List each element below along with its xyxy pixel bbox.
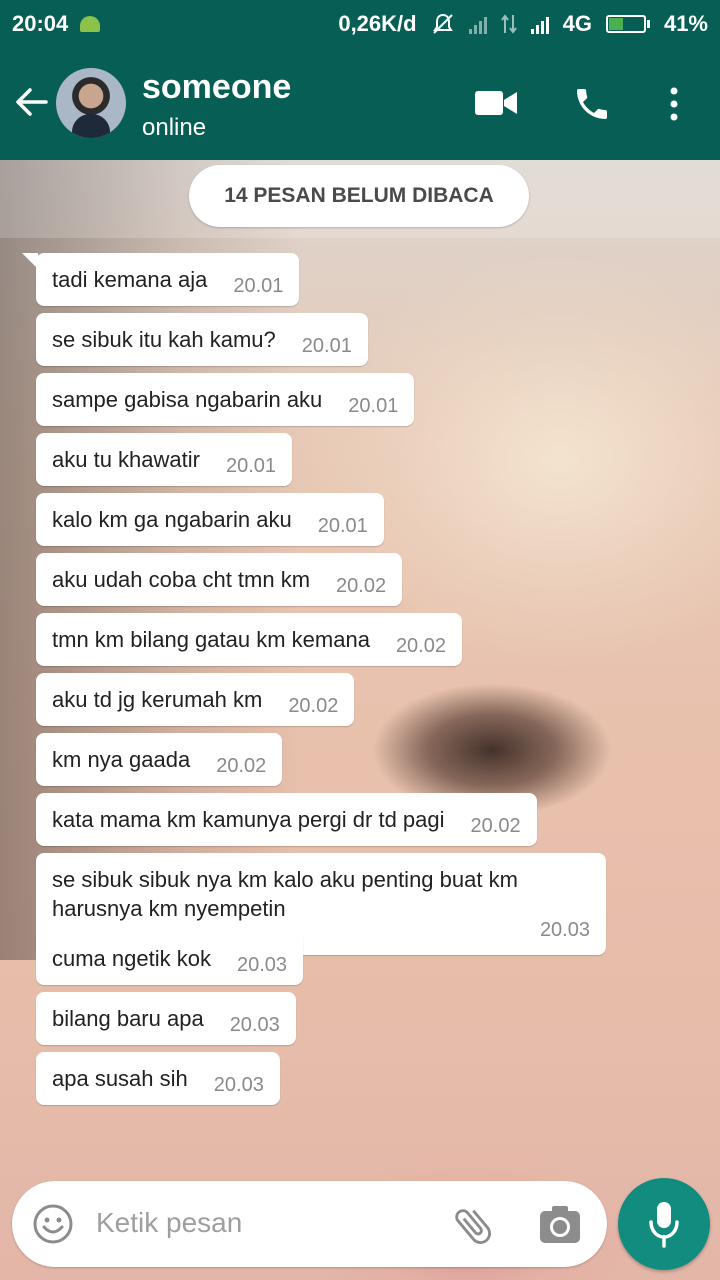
message-text: tadi kemana aja — [52, 267, 208, 292]
message-text: se sibuk itu kah kamu? — [52, 327, 276, 352]
mute-icon — [432, 13, 453, 34]
message-text: km nya gaada — [52, 747, 191, 772]
emoji-icon[interactable] — [32, 1203, 74, 1245]
message-text: sampe gabisa ngabarin aku — [52, 387, 323, 412]
contact-name[interactable]: someone — [142, 68, 291, 107]
network-type: 4G — [562, 11, 592, 36]
message-list[interactable]: tadi kemana aja 20.01 se sibuk itu kah ka… — [21, 253, 676, 1112]
message-time: 20.02 — [336, 575, 387, 597]
message-bubble[interactable]: aku udah coba cht tmn km 20.02 — [36, 553, 403, 606]
battery-percent: 41% — [663, 11, 708, 36]
message-text: tmn km bilang gatau km kemana — [52, 627, 370, 652]
message-text: kalo km ga ngabarin aku — [52, 507, 292, 532]
message-input[interactable]: Ketik pesan — [96, 1207, 242, 1239]
message-bubble[interactable]: aku tu khawatir 20.01 — [36, 433, 293, 486]
message-time: 20.02 — [470, 815, 521, 837]
message-bubble[interactable]: kalo km ga ngabarin aku 20.01 — [36, 493, 384, 546]
message-bubble[interactable]: km nya gaada 20.02 — [36, 733, 283, 786]
battery-icon — [605, 15, 650, 33]
unread-messages-banner: 14 PESAN BELUM DIBACA — [189, 165, 529, 227]
status-time: 20:04 — [12, 11, 69, 36]
message-text: bilang baru apa — [52, 1006, 204, 1031]
message-bubble[interactable]: aku td jg kerumah km 20.02 — [36, 673, 355, 726]
message-time: 20.01 — [301, 335, 352, 357]
attach-icon[interactable] — [450, 1203, 496, 1249]
message-time: 20.01 — [348, 395, 399, 417]
message-time: 20.02 — [288, 695, 339, 717]
video-call-icon[interactable] — [474, 88, 518, 118]
signal-sim1-icon — [468, 14, 487, 34]
message-time: 20.01 — [317, 515, 368, 537]
message-bubble[interactable]: cuma ngetik kok 20.03 — [36, 932, 304, 985]
mic-icon — [649, 1202, 679, 1248]
camera-icon[interactable] — [538, 1203, 582, 1245]
message-bubble[interactable]: bilang baru apa 20.03 — [36, 992, 296, 1045]
contact-status: online — [142, 114, 207, 141]
back-arrow-icon[interactable] — [14, 84, 50, 120]
message-time: 20.03 — [236, 954, 288, 976]
message-composer[interactable]: Ketik pesan — [12, 1181, 607, 1267]
status-bar: 20:04 0,26K/d 4G 41% — [0, 0, 720, 48]
message-time: 20.01 — [225, 455, 277, 477]
message-text: kata mama km kamunya pergi dr td pagi — [52, 807, 445, 832]
message-time: 20.02 — [395, 635, 446, 657]
message-text: cuma ngetik kok — [52, 946, 211, 971]
message-bubble[interactable]: sampe gabisa ngabarin aku 20.01 — [36, 373, 415, 426]
phone-icon[interactable] — [572, 84, 612, 124]
message-bubble[interactable]: kata mama km kamunya pergi dr td pagi 20.… — [36, 793, 537, 846]
chat-header: someone online — [0, 48, 720, 160]
message-text: se sibuk sibuk nya km kalo aku penting b… — [52, 867, 518, 921]
message-text: aku tu khawatir — [52, 447, 200, 472]
net-speed: 0,26K/d — [338, 11, 417, 36]
message-bubble[interactable]: tadi kemana aja 20.01 — [21, 253, 300, 306]
android-icon — [80, 16, 101, 32]
data-arrows-icon — [500, 14, 517, 34]
message-bubble[interactable]: tmn km bilang gatau km kemana 20.02 — [36, 613, 462, 666]
message-time: 20.01 — [233, 275, 284, 297]
voice-record-button[interactable] — [618, 1178, 710, 1270]
message-text: aku udah coba cht tmn km — [52, 567, 311, 592]
message-time: 20.02 — [216, 755, 267, 777]
message-time: 20.03 — [229, 1014, 280, 1036]
avatar[interactable] — [56, 68, 126, 138]
message-text: aku td jg kerumah km — [52, 687, 263, 712]
message-bubble[interactable]: apa susah sih 20.03 — [36, 1052, 280, 1105]
message-time: 20.03 — [213, 1074, 264, 1096]
more-vert-icon[interactable] — [664, 86, 684, 122]
message-bubble[interactable]: se sibuk itu kah kamu? 20.01 — [36, 313, 368, 366]
message-text: apa susah sih — [52, 1066, 188, 1091]
signal-sim2-icon — [530, 14, 549, 34]
